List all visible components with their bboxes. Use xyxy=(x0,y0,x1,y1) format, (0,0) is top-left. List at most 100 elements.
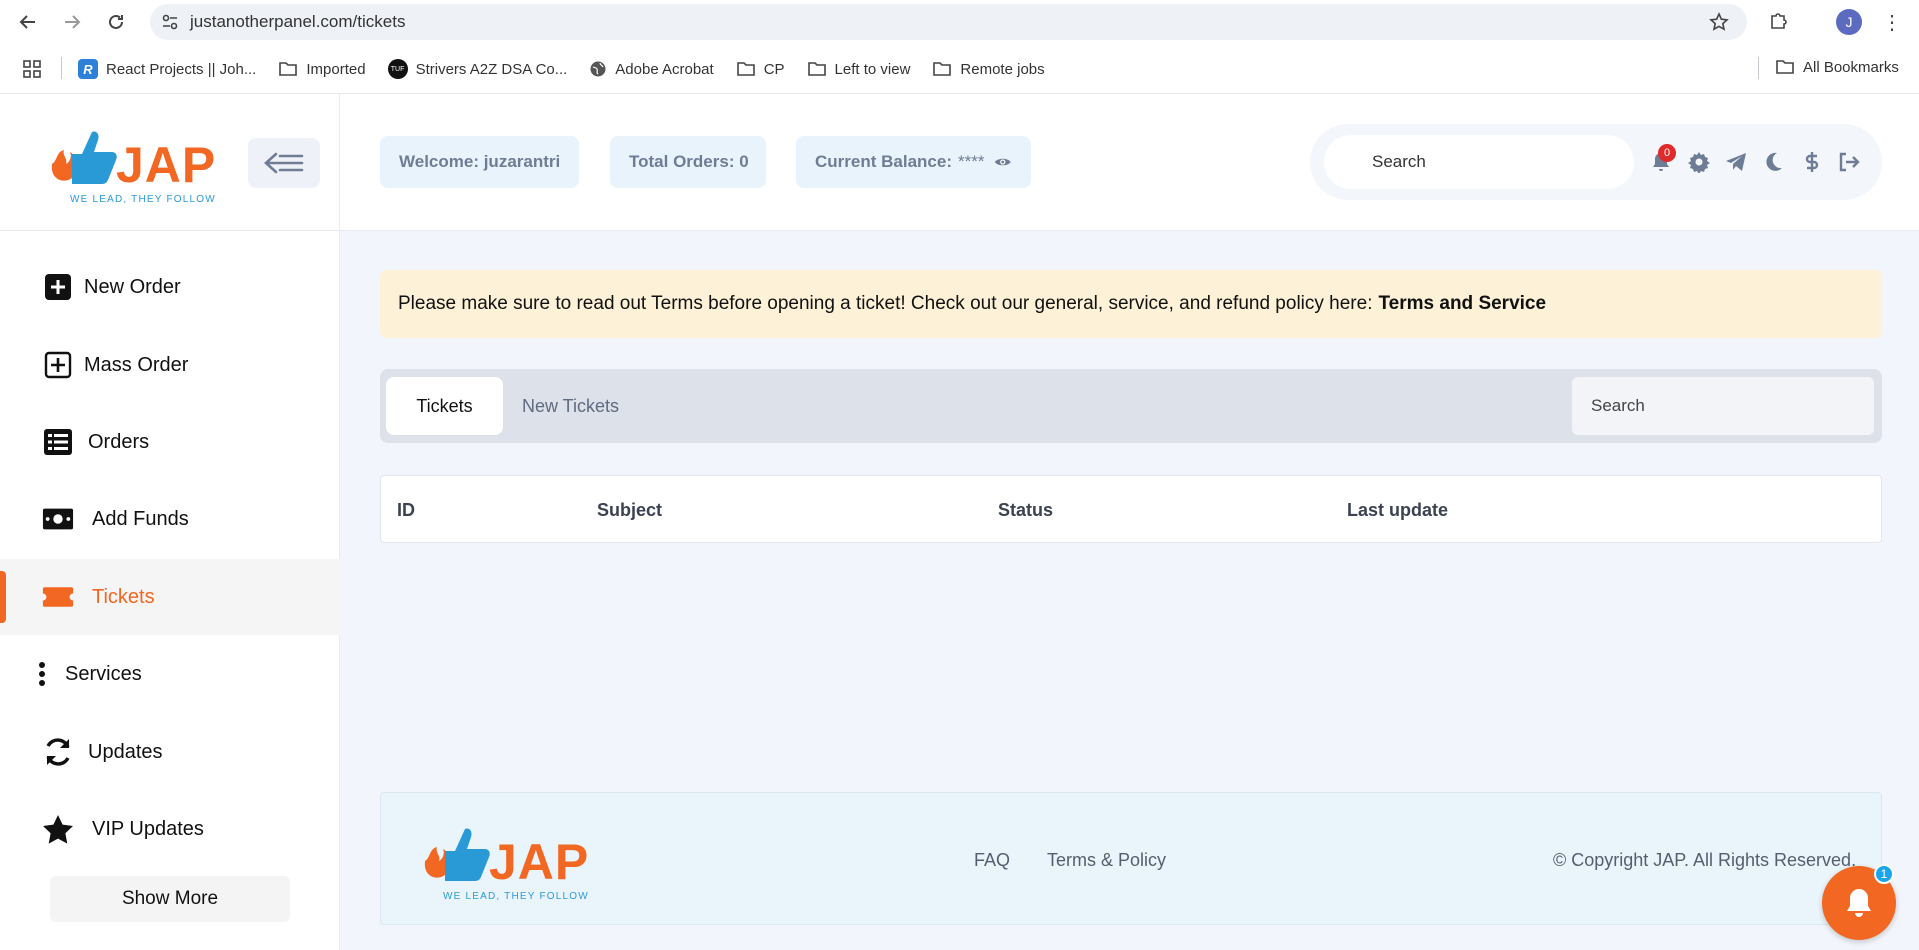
sidebar-item-label: Mass Order xyxy=(84,353,189,376)
footer-logo-tagline: WE LEAD, THEY FOLLOW xyxy=(443,891,589,902)
footer: JAP WE LEAD, THEY FOLLOW FAQ Terms & Pol… xyxy=(380,792,1882,925)
sidebar-item-label: Orders xyxy=(88,430,150,453)
tab-new-tickets[interactable]: New Tickets xyxy=(522,377,619,435)
column-header-id[interactable]: ID xyxy=(397,500,415,521)
reload-icon[interactable] xyxy=(94,0,138,44)
footer-logo-text: JAP xyxy=(489,834,590,890)
browser-menu-icon[interactable]: ⋮ xyxy=(1882,10,1902,35)
sidebar-item-label: Updates xyxy=(88,740,163,763)
bookmarks-divider xyxy=(1758,57,1759,79)
sidebar: New Order Mass Order Orders Add Funds Ti… xyxy=(0,231,340,950)
show-more-button[interactable]: Show More xyxy=(50,876,290,922)
sidebar-item-label: Tickets xyxy=(92,585,155,608)
plus-square-outline-icon xyxy=(42,349,74,381)
sidebar-item-add-funds[interactable]: Add Funds xyxy=(0,481,340,557)
logo-tagline: WE LEAD, THEY FOLLOW xyxy=(70,194,216,205)
column-header-last-update[interactable]: Last update xyxy=(1347,500,1448,521)
total-orders-pill: Total Orders: 0 xyxy=(610,136,766,188)
terms-link[interactable]: Terms and Service xyxy=(1378,293,1546,315)
bookmark-imported[interactable]: Imported xyxy=(278,60,366,78)
tuf-favicon: TUF xyxy=(387,59,408,79)
plus-square-icon xyxy=(42,271,74,303)
bookmark-label: Remote jobs xyxy=(960,60,1045,78)
folder-icon xyxy=(1776,60,1794,74)
logo-text: JAP xyxy=(116,137,217,193)
terms-notice: Please make sure to read out Terms befor… xyxy=(380,270,1882,338)
dots-vertical-icon xyxy=(34,658,50,690)
star-icon xyxy=(42,813,74,845)
globe-icon xyxy=(590,61,606,77)
welcome-text: Welcome: juzarantri xyxy=(399,152,561,171)
balance-label: Current Balance: xyxy=(815,152,952,171)
sidebar-item-new-order[interactable]: New Order xyxy=(0,249,340,325)
sidebar-collapse-button[interactable] xyxy=(248,138,320,188)
sidebar-item-label: VIP Updates xyxy=(92,817,204,840)
forward-icon[interactable] xyxy=(50,0,94,44)
bookmark-left-to-view[interactable]: Left to view xyxy=(807,60,910,78)
bookmark-label: React Projects || Joh... xyxy=(106,60,257,78)
money-icon xyxy=(42,503,74,535)
back-icon[interactable] xyxy=(6,0,50,44)
dollar-icon[interactable] xyxy=(1800,150,1824,174)
all-bookmarks-button[interactable]: All Bookmarks xyxy=(1775,58,1899,76)
bookmarks-bar: R React Projects || Joh... Imported TUF … xyxy=(0,44,1919,94)
bookmarks-divider xyxy=(61,57,62,79)
bookmark-adobe-acrobat[interactable]: Adobe Acrobat xyxy=(589,60,714,78)
sidebar-item-tickets[interactable]: Tickets xyxy=(0,559,340,635)
apps-grid-icon[interactable] xyxy=(22,59,42,84)
bookmark-react-projects[interactable]: R React Projects || Joh... xyxy=(78,59,256,79)
notice-text: Please make sure to read out Terms befor… xyxy=(398,293,1373,314)
sidebar-item-label: New Order xyxy=(84,275,181,298)
terms-policy-link[interactable]: Terms & Policy xyxy=(1047,850,1166,871)
ticket-icon xyxy=(42,581,74,613)
react-projects-favicon: R xyxy=(78,59,98,79)
column-header-status[interactable]: Status xyxy=(998,500,1053,521)
bell-icon xyxy=(1847,889,1871,917)
faq-link[interactable]: FAQ xyxy=(974,850,1010,871)
tickets-table: ID Subject Status Last update xyxy=(380,475,1882,543)
total-orders-text: Total Orders: 0 xyxy=(629,152,749,171)
bookmark-remote-jobs[interactable]: Remote jobs xyxy=(932,60,1045,78)
sidebar-item-orders[interactable]: Orders xyxy=(0,404,340,480)
sidebar-item-vip-updates[interactable]: VIP Updates xyxy=(0,791,340,867)
footer-logo[interactable]: JAP WE LEAD, THEY FOLLOW xyxy=(421,821,591,902)
header-search-input[interactable] xyxy=(1324,135,1634,189)
folder-icon xyxy=(933,62,952,76)
bookmark-star-icon[interactable] xyxy=(1709,12,1729,37)
extensions-icon[interactable] xyxy=(1768,10,1790,37)
tickets-search-input[interactable] xyxy=(1572,377,1874,435)
eye-icon[interactable] xyxy=(994,155,1012,169)
sidebar-item-services[interactable]: Services xyxy=(0,636,340,712)
bookmark-label: Imported xyxy=(306,60,366,78)
copyright-text: © Copyright JAP. All Rights Reserved. xyxy=(1553,850,1857,870)
gear-icon[interactable] xyxy=(1687,150,1711,174)
bookmark-cp[interactable]: CP xyxy=(736,60,785,78)
sidebar-item-label: Add Funds xyxy=(92,507,189,530)
bookmark-strivers[interactable]: TUF Strivers A2Z DSA Co... xyxy=(387,59,568,79)
folder-icon xyxy=(807,62,826,76)
profile-avatar[interactable]: J xyxy=(1836,9,1862,35)
refresh-icon xyxy=(42,736,74,768)
app-header: JAP WE LEAD, THEY FOLLOW Welcome: juzara… xyxy=(0,94,1919,231)
url-text: justanotherpanel.com/tickets xyxy=(190,12,406,31)
folder-icon xyxy=(279,62,298,76)
column-header-subject[interactable]: Subject xyxy=(597,500,662,521)
logout-icon[interactable] xyxy=(1837,150,1861,174)
sidebar-item-mass-order[interactable]: Mass Order xyxy=(0,327,340,403)
site-info-icon[interactable] xyxy=(150,13,190,31)
sidebar-item-updates[interactable]: Updates xyxy=(0,714,340,790)
balance-value: **** xyxy=(957,152,985,171)
balance-pill: Current Balance: **** xyxy=(796,136,1031,188)
logo-area: JAP WE LEAD, THEY FOLLOW xyxy=(0,94,340,231)
notification-badge: 0 xyxy=(1658,144,1676,162)
list-icon xyxy=(42,426,74,458)
telegram-icon[interactable] xyxy=(1724,150,1748,174)
bookmark-label: Strivers A2Z DSA Co... xyxy=(415,60,568,78)
moon-icon[interactable] xyxy=(1762,150,1786,174)
bookmark-label: Adobe Acrobat xyxy=(615,60,714,78)
fab-notification-badge: 1 xyxy=(1874,864,1894,884)
jap-logo[interactable]: JAP WE LEAD, THEY FOLLOW xyxy=(48,124,218,205)
tab-tickets[interactable]: Tickets xyxy=(386,377,503,435)
address-bar[interactable]: justanotherpanel.com/tickets xyxy=(150,4,1747,40)
all-bookmarks-label: All Bookmarks xyxy=(1803,58,1899,76)
